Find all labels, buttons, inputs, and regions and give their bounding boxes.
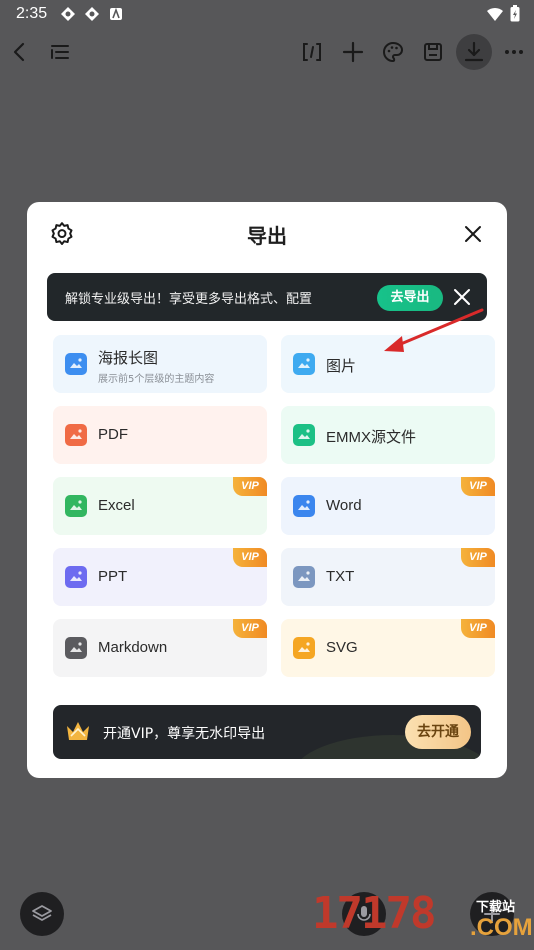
vip-badge: VIP [461, 619, 495, 638]
vip-badge: VIP [461, 477, 495, 496]
layers-icon [32, 905, 52, 921]
outline-list-icon [51, 45, 69, 59]
pdf-icon [65, 424, 87, 446]
battery-icon [510, 5, 520, 22]
vip-badge: VIP [233, 548, 267, 567]
vip-banner-text: 开通VIP，尊享无水印导出 [103, 726, 266, 742]
go-export-button[interactable]: 去导出 [377, 285, 443, 311]
emmx-icon [293, 424, 315, 446]
export-option-markdown[interactable]: Markdown VIP [53, 619, 267, 677]
markdown-icon [65, 637, 87, 659]
export-option-ppt[interactable]: PPT VIP [53, 548, 267, 606]
export-option-emmx[interactable]: EMMX源文件 [281, 406, 495, 464]
save-icon [424, 43, 442, 61]
download-icon [464, 41, 484, 62]
format-brackets-icon [303, 43, 321, 61]
export-option-excel[interactable]: Excel VIP [53, 477, 267, 535]
dialog-title: 导出 [247, 224, 287, 248]
watermark-subtitle: 下载站 [476, 900, 516, 915]
export-dialog: 导出 解锁专业级导出！享受更多导出格式、配置 去导出 海报长图展示前5个层级的主… [27, 202, 507, 778]
outline-button[interactable] [42, 34, 78, 70]
palette-icon [383, 41, 404, 63]
export-option-label: Word [326, 497, 362, 514]
export-option-label: 图片 [326, 358, 357, 375]
export-option-poster-image[interactable]: 海报长图展示前5个层级的主题内容 [53, 335, 267, 393]
txt-icon [293, 566, 315, 588]
export-button[interactable] [456, 34, 492, 70]
export-option-label: SVG [326, 639, 358, 656]
wifi-icon [487, 7, 503, 21]
theme-button[interactable] [375, 34, 411, 70]
export-option-txt[interactable]: TXT VIP [281, 548, 495, 606]
add-button[interactable] [335, 34, 371, 70]
export-option-label: PDF [98, 426, 128, 443]
export-option-label: Markdown [98, 639, 168, 656]
format-button[interactable] [294, 34, 330, 70]
vip-banner: 开通VIP，尊享无水印导出 去开通 [53, 705, 481, 759]
close-icon[interactable] [461, 222, 485, 246]
export-option-label: EMMX源文件 [326, 429, 417, 446]
vip-badge: VIP [233, 619, 267, 638]
save-button[interactable] [415, 34, 451, 70]
back-arrow-icon [13, 42, 25, 62]
ppt-icon [65, 566, 87, 588]
app-notification-icon [110, 7, 122, 20]
export-option-label: 海报长图 [98, 350, 159, 367]
export-option-pdf[interactable]: PDF [53, 406, 267, 464]
back-button[interactable] [2, 34, 38, 70]
site-watermark: 17178 [312, 888, 436, 939]
notification-icon [61, 7, 75, 21]
excel-icon [65, 495, 87, 517]
export-option-description: 展示前5个层级的主题内容 [98, 374, 215, 385]
more-dots-icon [505, 50, 523, 54]
export-option-image[interactable]: 图片 [281, 335, 495, 393]
image-icon [293, 353, 315, 375]
svg-icon [293, 637, 315, 659]
vip-badge: VIP [461, 548, 495, 567]
watermark-domain: .COM [470, 914, 533, 941]
top-toolbar [0, 30, 534, 76]
export-option-word[interactable]: Word VIP [281, 477, 495, 535]
vip-badge: VIP [233, 477, 267, 496]
poster-image-icon [65, 353, 87, 375]
pro-export-banner: 解锁专业级导出！享受更多导出格式、配置 去导出 [47, 273, 487, 321]
export-option-svg[interactable]: SVG VIP [281, 619, 495, 677]
promo-text: 解锁专业级导出！享受更多导出格式、配置 [65, 292, 313, 307]
export-option-label: TXT [326, 568, 355, 585]
notification-icon [85, 7, 99, 21]
export-option-label: PPT [98, 568, 128, 585]
plus-icon [342, 41, 364, 63]
status-time: 2:35 [16, 5, 48, 22]
word-icon [293, 495, 315, 517]
status-bar: 2:35 [0, 0, 534, 28]
banner-close-icon[interactable] [452, 287, 472, 307]
layers-button[interactable] [20, 892, 64, 936]
more-button[interactable] [496, 34, 532, 70]
export-option-label: Excel [98, 497, 135, 514]
crown-icon [67, 722, 89, 740]
open-vip-button[interactable]: 去开通 [405, 715, 471, 749]
